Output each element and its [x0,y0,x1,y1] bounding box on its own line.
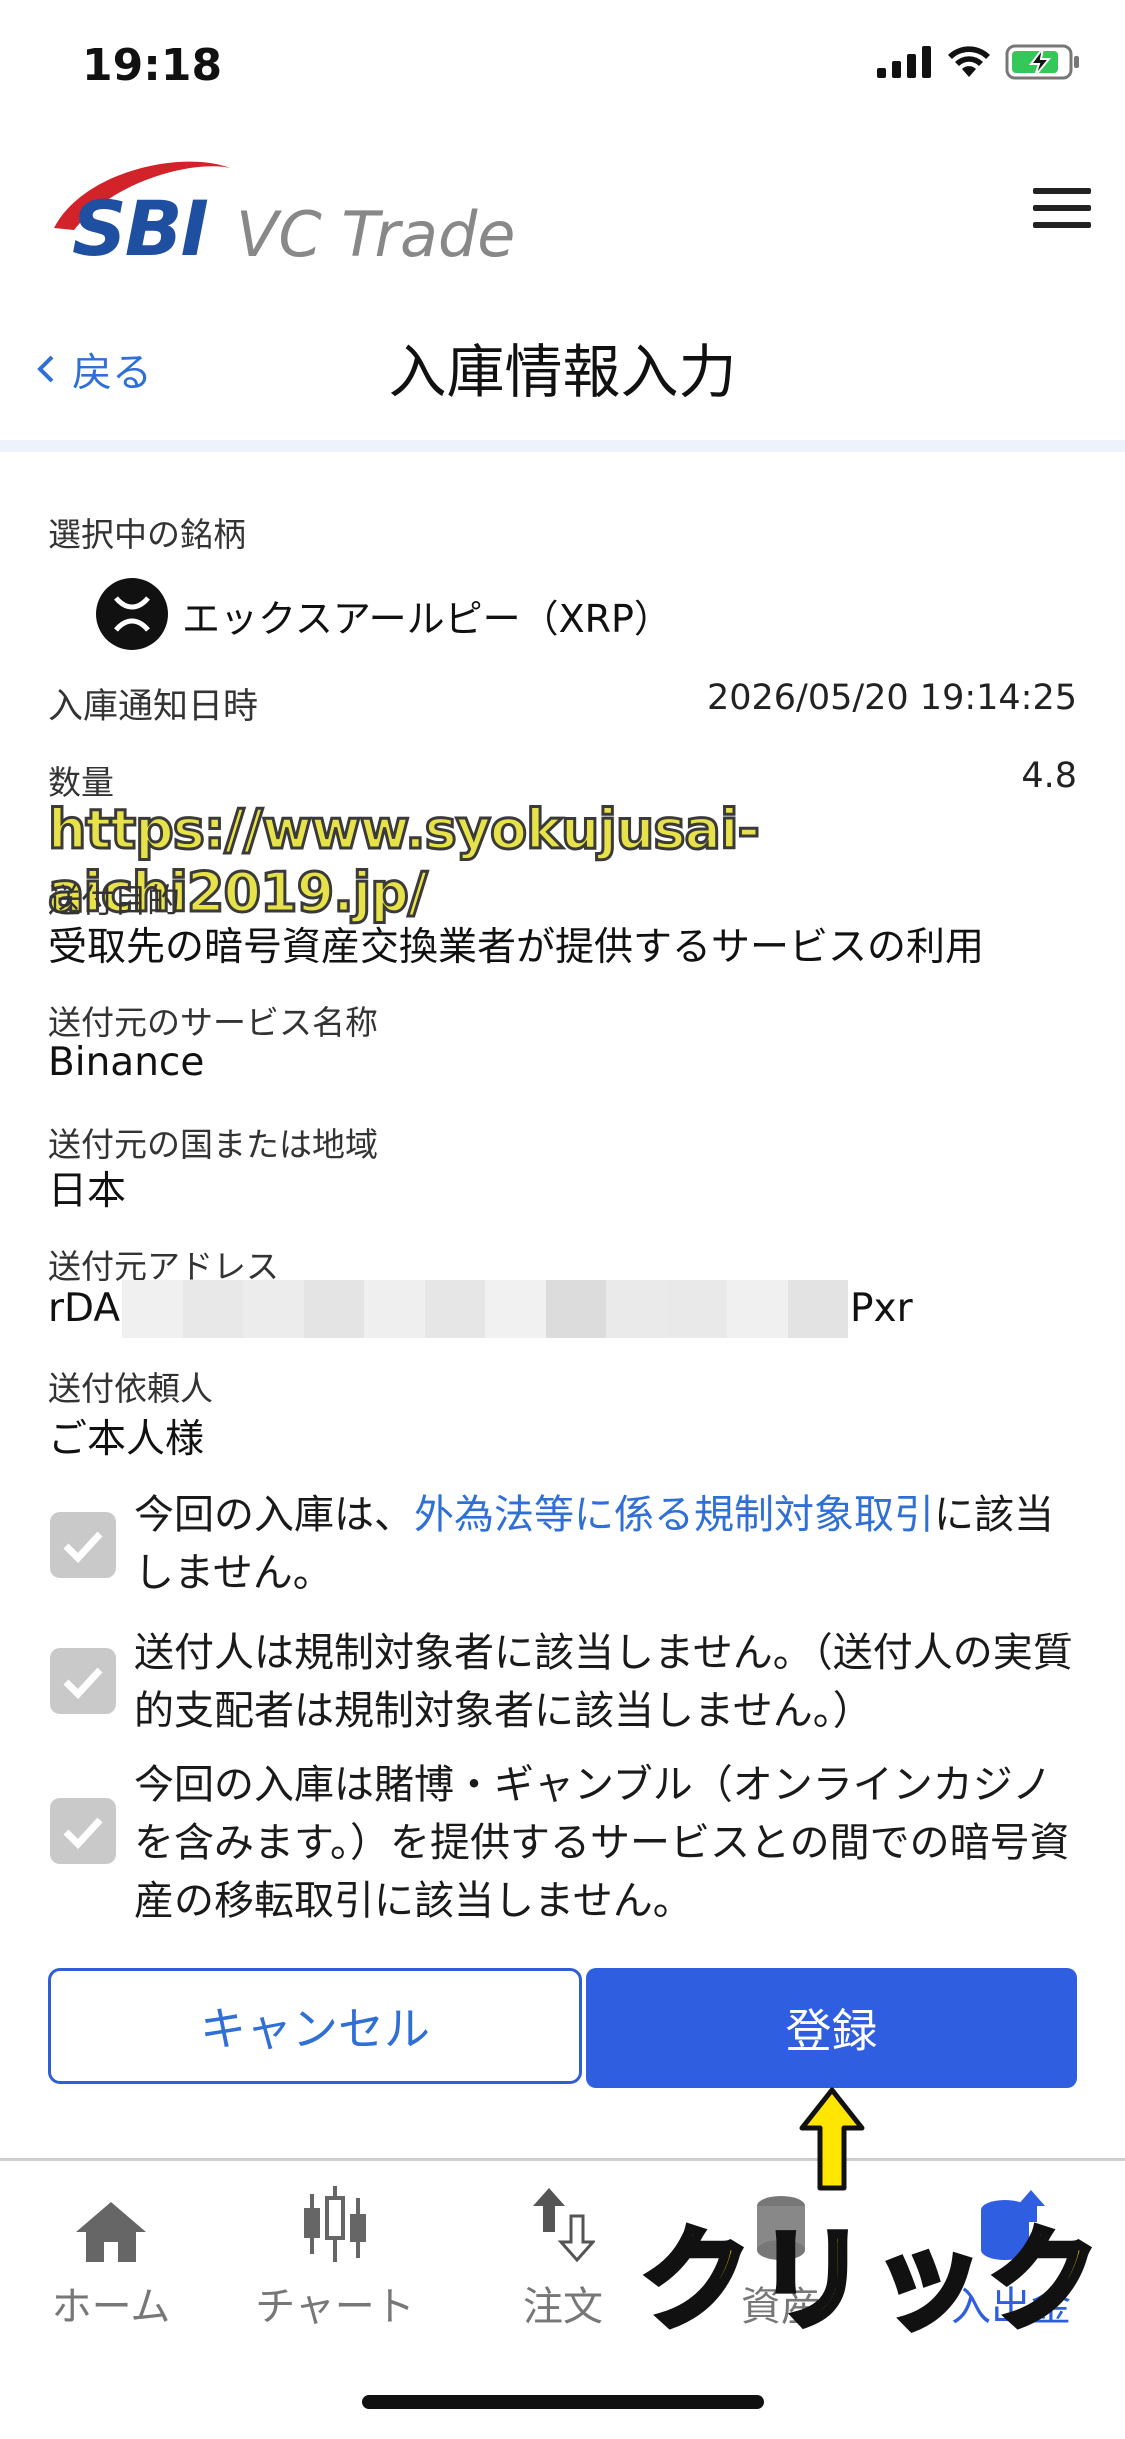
asset-name: エックスアールピー（XRP） [182,597,672,641]
battery-charging-icon [1005,44,1079,80]
menu-bar-icon [1033,205,1091,211]
tab-chart-label: チャート [255,2284,415,2330]
checkmark-icon [63,1817,103,1850]
tab-home[interactable]: ホーム [16,2180,206,2332]
requester-value: ご本人様 [48,1417,205,1462]
sender-address-prefix: rDA [48,1286,121,1331]
logo-vc-trade-text: VC Trade [236,198,516,271]
gambling-checkbox[interactable] [50,1798,116,1864]
status-icons [877,44,1081,80]
regulation-link[interactable]: 外為法等に係る規制対象取引 [414,1492,934,1538]
xrp-icon [96,578,168,650]
click-annotation: クリック [637,2213,1104,2349]
address-mosaic [122,1280,848,1338]
cancel-button[interactable]: キャンセル [48,1968,582,2084]
hamburger-menu-button[interactable] [1033,188,1091,232]
home-icon [76,2202,146,2262]
notice-datetime-label: 入庫通知日時 [48,687,259,727]
page-title: 入庫情報入力 [388,338,737,406]
order-arrows-icon [533,2188,595,2263]
gambling-check-text: 今回の入庫は賭博・ギャンブル（オンラインカジノを含みます。）を提供するサービスと… [134,1762,1070,1924]
checkmark-icon [63,1531,103,1564]
sender-country-value: 日本 [48,1169,127,1214]
logo-sbi-text: SBI [72,184,209,273]
regulation-text-pre: 今回の入庫は、 [134,1492,414,1538]
sender-checkbox[interactable] [50,1648,116,1714]
purpose-value: 受取先の暗号資産交換業者が提供するサービスの利用 [48,925,985,970]
checkmark-icon [63,1667,103,1700]
sender-service-label: 送付元のサービス名称 [48,1003,378,1042]
regulation-check-text: 今回の入庫は、外為法等に係る規制対象取引に該当しません。 [134,1486,1084,1602]
regulation-checkbox[interactable] [50,1512,116,1578]
register-button[interactable]: 登録 [586,1968,1077,2088]
purpose-label: 送付目的 [48,881,180,920]
signal-icon [877,46,931,78]
menu-bar-icon [1033,222,1091,228]
menu-bar-icon [1033,188,1091,194]
status-time: 19:18 [82,40,223,91]
sender-service-value: Binance [48,1040,205,1085]
tab-home-label: ホーム [51,2284,171,2330]
wifi-icon [948,46,990,77]
up-arrow-annotation-icon [799,2087,865,2191]
quantity-label: 数量 [48,763,114,802]
tab-chart[interactable]: チャート [240,2180,430,2332]
notice-datetime-value: 2026/05/20 19:14:25 [706,678,1077,718]
quantity-value: 4.8 [1021,756,1077,796]
home-indicator [362,2395,764,2409]
tab-order-label: 注文 [523,2284,603,2330]
url-watermark: https://www.syokujusai-aichi2019.jp/ [47,797,762,926]
candlestick-chart-icon [304,2186,366,2262]
header-divider [0,440,1125,452]
sbi-vc-trade-logo: SBI VC Trade [44,150,524,273]
selected-asset-label: 選択中の銘柄 [48,515,246,554]
requester-label: 送付依頼人 [48,1369,213,1408]
sender-address-suffix: Pxr [850,1286,913,1331]
sender-country-label: 送付元の国または地域 [48,1125,378,1164]
sender-check-text: 送付人は規制対象者に該当しません。（送付人の実質的支配者は規制対象者に該当しませ… [134,1630,1073,1734]
tab-order[interactable]: 注文 [468,2180,658,2332]
